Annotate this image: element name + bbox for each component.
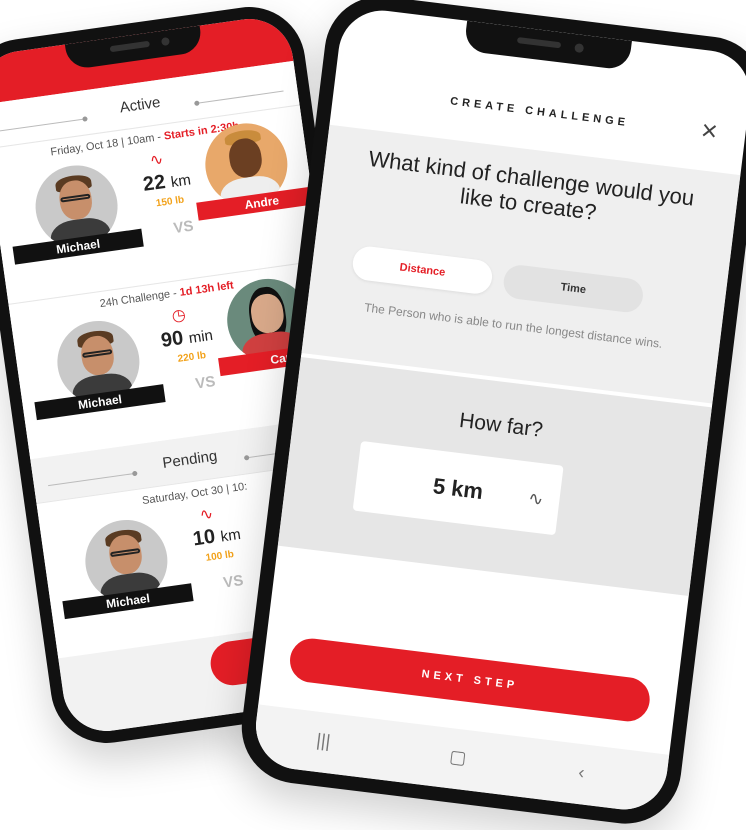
route-icon: ∿ bbox=[527, 487, 545, 510]
home-icon[interactable]: ▢ bbox=[448, 746, 467, 769]
metric: 90 min bbox=[159, 326, 214, 352]
pending-section-label: Pending bbox=[161, 446, 219, 472]
metric: 10 km bbox=[191, 525, 242, 551]
active-section-label: Active bbox=[118, 93, 162, 116]
camera bbox=[160, 36, 170, 47]
vs-label: VS bbox=[194, 372, 217, 393]
camera bbox=[574, 43, 585, 54]
lbs-value: 100 lb bbox=[205, 549, 235, 564]
clock-icon: ◷ bbox=[170, 306, 187, 326]
notch bbox=[463, 20, 632, 71]
lbs-value: 220 lb bbox=[177, 349, 207, 365]
card-status: 1d 13h left bbox=[178, 279, 235, 299]
metric: 22 km bbox=[141, 171, 192, 196]
route-icon: ∿ bbox=[148, 151, 165, 170]
close-icon[interactable]: × bbox=[699, 114, 719, 147]
system-nav-bar: ||| ▢ ‹ bbox=[250, 704, 670, 815]
lbs-value: 150 lb bbox=[155, 194, 185, 210]
back-icon[interactable]: ‹ bbox=[577, 762, 585, 784]
create-challenge-screen: CREATE CHALLENGE × What kind of challeng… bbox=[250, 5, 746, 815]
route-icon: ∿ bbox=[198, 505, 215, 525]
vs-label: VS bbox=[222, 572, 245, 592]
next-step-button[interactable]: NEXT STEP bbox=[287, 636, 653, 724]
speaker bbox=[516, 36, 562, 49]
recent-apps-icon[interactable]: ||| bbox=[315, 730, 331, 753]
vs-label: VS bbox=[172, 217, 195, 238]
speaker bbox=[109, 40, 151, 53]
